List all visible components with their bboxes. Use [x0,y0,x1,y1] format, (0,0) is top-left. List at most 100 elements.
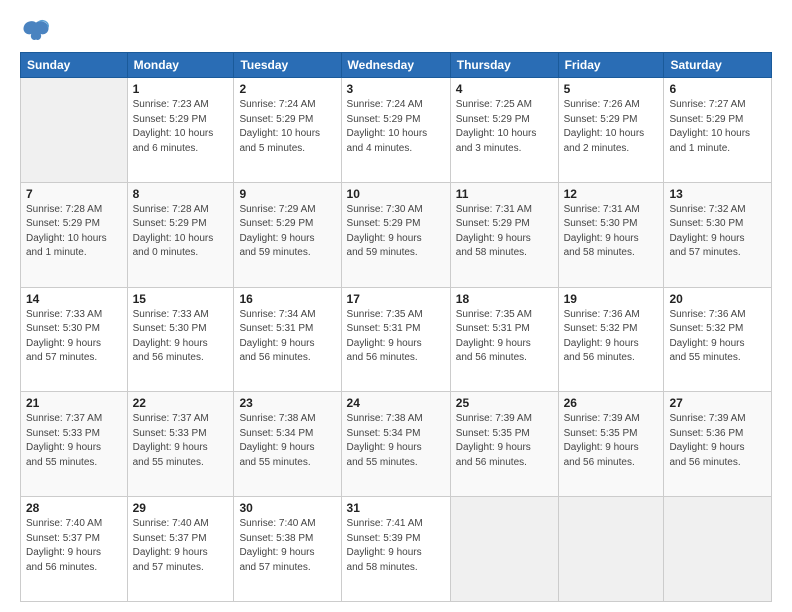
day-number: 27 [669,396,766,410]
calendar-cell: 25 Sunrise: 7:39 AM Sunset: 5:35 PM Dayli… [450,392,558,497]
day-info: Sunrise: 7:39 AM Sunset: 5:35 PM Dayligh… [456,412,553,470]
day-number: 13 [669,187,766,201]
calendar-cell: 19 Sunrise: 7:36 AM Sunset: 5:32 PM Dayli… [558,287,664,392]
day-info: Sunrise: 7:32 AM Sunset: 5:30 PM Dayligh… [669,203,766,261]
day-info: Sunrise: 7:26 AM Sunset: 5:29 PM Dayligh… [564,98,659,156]
calendar-cell: 28Sunrise: 7:40 AM Sunset: 5:37 PM Dayli… [21,497,128,602]
calendar-cell: 26Sunrise: 7:39 AM Sunset: 5:35 PM Dayli… [558,392,664,497]
day-number: 30 [239,501,335,515]
column-header-thursday: Thursday [450,53,558,78]
day-info: Sunrise: 7:41 AM Sunset: 5:39 PM Dayligh… [347,517,445,575]
calendar-cell: 12Sunrise: 7:31 AM Sunset: 5:30 PM Dayli… [558,182,664,287]
day-number: 5 [564,82,659,96]
day-info: Sunrise: 7:36 AM Sunset: 5:32 PM Dayligh… [669,308,766,366]
day-number: 18 [456,292,553,306]
day-info: Sunrise: 7:29 AM Sunset: 5:29 PM Dayligh… [239,203,335,261]
day-number: 31 [347,501,445,515]
day-number: 22 [133,396,229,410]
calendar-header-row: SundayMondayTuesdayWednesdayThursdayFrid… [21,53,772,78]
calendar-cell: 30 Sunrise: 7:40 AM Sunset: 5:38 PM Dayli… [234,497,341,602]
calendar-cell: 22 Sunrise: 7:37 AM Sunset: 5:33 PM Dayli… [127,392,234,497]
day-info: Sunrise: 7:28 AM Sunset: 5:29 PM Dayligh… [26,203,122,261]
calendar-table: SundayMondayTuesdayWednesdayThursdayFrid… [20,52,772,602]
column-header-sunday: Sunday [21,53,128,78]
calendar-cell: 5 Sunrise: 7:26 AM Sunset: 5:29 PM Daylig… [558,78,664,183]
day-info: Sunrise: 7:33 AM Sunset: 5:30 PM Dayligh… [26,308,122,366]
day-info: Sunrise: 7:27 AM Sunset: 5:29 PM Dayligh… [669,98,766,156]
day-number: 23 [239,396,335,410]
day-number: 12 [564,187,659,201]
calendar-cell: 17Sunrise: 7:35 AM Sunset: 5:31 PM Dayli… [341,287,450,392]
logo [20,18,50,42]
day-info: Sunrise: 7:38 AM Sunset: 5:34 PM Dayligh… [347,412,445,470]
day-info: Sunrise: 7:37 AM Sunset: 5:33 PM Dayligh… [133,412,229,470]
calendar-cell: 7 Sunrise: 7:28 AM Sunset: 5:29 PM Daylig… [21,182,128,287]
day-info: Sunrise: 7:40 AM Sunset: 5:38 PM Dayligh… [239,517,335,575]
header [20,18,772,42]
calendar-cell: 14 Sunrise: 7:33 AM Sunset: 5:30 PM Dayli… [21,287,128,392]
day-number: 20 [669,292,766,306]
day-number: 28 [26,501,122,515]
day-info: Sunrise: 7:36 AM Sunset: 5:32 PM Dayligh… [564,308,659,366]
day-number: 24 [347,396,445,410]
column-header-wednesday: Wednesday [341,53,450,78]
day-number: 7 [26,187,122,201]
day-number: 1 [133,82,229,96]
calendar-cell: 8Sunrise: 7:28 AM Sunset: 5:29 PM Daylig… [127,182,234,287]
calendar-cell [664,497,772,602]
calendar-cell: 29 Sunrise: 7:40 AM Sunset: 5:37 PM Dayli… [127,497,234,602]
column-header-friday: Friday [558,53,664,78]
calendar-cell: 31 Sunrise: 7:41 AM Sunset: 5:39 PM Dayli… [341,497,450,602]
logo-bird-icon [22,18,50,46]
day-number: 14 [26,292,122,306]
calendar-cell [558,497,664,602]
day-number: 15 [133,292,229,306]
column-header-tuesday: Tuesday [234,53,341,78]
week-row-1: 1 Sunrise: 7:23 AM Sunset: 5:29 PM Daylig… [21,78,772,183]
day-info: Sunrise: 7:24 AM Sunset: 5:29 PM Dayligh… [347,98,445,156]
day-info: Sunrise: 7:24 AM Sunset: 5:29 PM Dayligh… [239,98,335,156]
day-info: Sunrise: 7:31 AM Sunset: 5:29 PM Dayligh… [456,203,553,261]
day-info: Sunrise: 7:30 AM Sunset: 5:29 PM Dayligh… [347,203,445,261]
calendar-cell: 15 Sunrise: 7:33 AM Sunset: 5:30 PM Dayli… [127,287,234,392]
calendar-cell: 3Sunrise: 7:24 AM Sunset: 5:29 PM Daylig… [341,78,450,183]
day-info: Sunrise: 7:40 AM Sunset: 5:37 PM Dayligh… [133,517,229,575]
day-number: 16 [239,292,335,306]
day-number: 8 [133,187,229,201]
day-number: 6 [669,82,766,96]
calendar-cell: 23 Sunrise: 7:38 AM Sunset: 5:34 PM Dayli… [234,392,341,497]
calendar-cell: 9 Sunrise: 7:29 AM Sunset: 5:29 PM Daylig… [234,182,341,287]
calendar-cell [450,497,558,602]
day-info: Sunrise: 7:33 AM Sunset: 5:30 PM Dayligh… [133,308,229,366]
day-info: Sunrise: 7:35 AM Sunset: 5:31 PM Dayligh… [456,308,553,366]
day-info: Sunrise: 7:39 AM Sunset: 5:35 PM Dayligh… [564,412,659,470]
day-info: Sunrise: 7:25 AM Sunset: 5:29 PM Dayligh… [456,98,553,156]
calendar-cell: 16 Sunrise: 7:34 AM Sunset: 5:31 PM Dayli… [234,287,341,392]
calendar-cell: 13 Sunrise: 7:32 AM Sunset: 5:30 PM Dayli… [664,182,772,287]
day-info: Sunrise: 7:23 AM Sunset: 5:29 PM Dayligh… [133,98,229,156]
calendar-cell: 21Sunrise: 7:37 AM Sunset: 5:33 PM Dayli… [21,392,128,497]
calendar-cell: 11 Sunrise: 7:31 AM Sunset: 5:29 PM Dayli… [450,182,558,287]
day-number: 11 [456,187,553,201]
week-row-4: 21Sunrise: 7:37 AM Sunset: 5:33 PM Dayli… [21,392,772,497]
calendar-cell: 1 Sunrise: 7:23 AM Sunset: 5:29 PM Daylig… [127,78,234,183]
day-number: 25 [456,396,553,410]
day-info: Sunrise: 7:39 AM Sunset: 5:36 PM Dayligh… [669,412,766,470]
day-info: Sunrise: 7:38 AM Sunset: 5:34 PM Dayligh… [239,412,335,470]
week-row-2: 7 Sunrise: 7:28 AM Sunset: 5:29 PM Daylig… [21,182,772,287]
calendar-cell: 10 Sunrise: 7:30 AM Sunset: 5:29 PM Dayli… [341,182,450,287]
day-number: 29 [133,501,229,515]
calendar-cell: 2Sunrise: 7:24 AM Sunset: 5:29 PM Daylig… [234,78,341,183]
day-info: Sunrise: 7:37 AM Sunset: 5:33 PM Dayligh… [26,412,122,470]
calendar-cell: 24 Sunrise: 7:38 AM Sunset: 5:34 PM Dayli… [341,392,450,497]
calendar-cell: 18 Sunrise: 7:35 AM Sunset: 5:31 PM Dayli… [450,287,558,392]
day-number: 9 [239,187,335,201]
day-number: 19 [564,292,659,306]
calendar-cell: 4Sunrise: 7:25 AM Sunset: 5:29 PM Daylig… [450,78,558,183]
week-row-5: 28 Sunrise: 7:40 AM Sunset: 5:37 PM Dayli… [21,497,772,602]
day-number: 10 [347,187,445,201]
day-info: Sunrise: 7:34 AM Sunset: 5:31 PM Dayligh… [239,308,335,366]
column-header-saturday: Saturday [664,53,772,78]
page: SundayMondayTuesdayWednesdayThursdayFrid… [0,0,792,612]
calendar-cell: 27 Sunrise: 7:39 AM Sunset: 5:36 PM Dayli… [664,392,772,497]
